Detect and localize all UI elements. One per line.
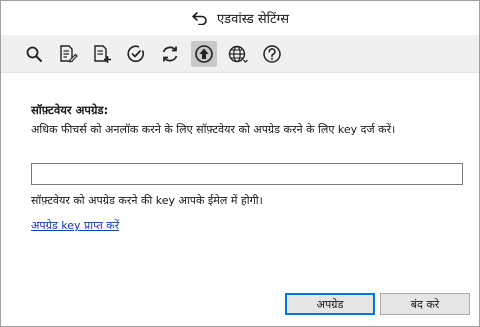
get-upgrade-key-link[interactable]: अपग्रेड key प्राप्त करें xyxy=(31,218,119,234)
upgrade-icon[interactable] xyxy=(191,40,217,67)
email-note: सॉफ़्टवेयर को अपग्रेड करने की key आपके ई… xyxy=(31,194,263,207)
close-button[interactable]: बंद करे xyxy=(380,293,470,315)
upgrade-key-input[interactable] xyxy=(31,163,463,185)
back-arrow-icon[interactable] xyxy=(191,11,209,25)
title-bar: एडवांस्ड सेटिंग्स xyxy=(1,1,479,35)
document-edit-icon[interactable] xyxy=(55,41,81,67)
help-icon[interactable] xyxy=(259,41,285,67)
upgrade-section: सॉफ़्टवेयर अपग्रेड: अधिक फीचर्स को अनलॉक… xyxy=(31,101,463,138)
sync-icon[interactable] xyxy=(157,41,183,67)
upgrade-button[interactable]: अपग्रेड xyxy=(285,293,375,315)
search-icon[interactable] xyxy=(21,41,47,67)
advanced-settings-window: एडवांस्ड सेटिंग्स सॉफ़्टवेयर अपग्रेड: अध… xyxy=(0,0,480,327)
upgrade-description: अधिक फीचर्स को अनलॉक करने के लिए सॉफ़्टव… xyxy=(31,123,396,136)
globe-icon[interactable] xyxy=(225,41,251,67)
document-add-icon[interactable] xyxy=(89,41,115,67)
toolbar xyxy=(1,35,479,73)
check-circle-icon[interactable] xyxy=(123,41,149,67)
section-heading: सॉफ़्टवेयर अपग्रेड: xyxy=(31,103,109,117)
window-title: एडवांस्ड सेटिंग्स xyxy=(216,12,290,27)
